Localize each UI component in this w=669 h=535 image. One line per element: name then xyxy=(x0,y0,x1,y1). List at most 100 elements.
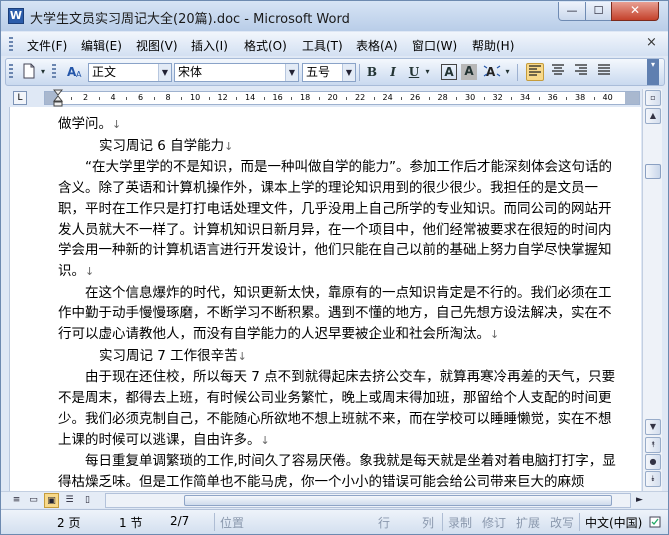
ruler-tick xyxy=(566,97,568,100)
font-combo-value: 宋体 xyxy=(178,65,203,79)
underline-button[interactable]: U xyxy=(405,63,423,81)
window-title: 大学生文员实习周记大全(20篇).doc - Microsoft Word xyxy=(30,12,350,27)
toolbar-grip[interactable] xyxy=(9,64,13,80)
section-heading[interactable]: 实习周记 6 自学能力↓ xyxy=(58,136,618,158)
vertical-scrollbar[interactable]: ▫ ▲ ▼ ⯭ ● ⯯ xyxy=(642,89,662,491)
document-body[interactable]: 做学问。↓ 实习周记 6 自学能力↓ “在大学里学的不是知识，而是一种叫做自学的… xyxy=(58,114,618,491)
ruler-tick xyxy=(428,97,430,100)
word-app-icon[interactable]: W xyxy=(8,8,24,24)
status-track-changes[interactable]: 修订 xyxy=(482,514,506,531)
svg-text:A: A xyxy=(486,65,496,79)
menu-edit[interactable]: 编辑(E) xyxy=(81,37,122,54)
ruler-tick xyxy=(483,97,485,100)
toolbar-grip-2[interactable] xyxy=(52,64,56,80)
scroll-right-icon[interactable]: ► xyxy=(632,493,647,508)
menubar-grip[interactable] xyxy=(9,37,13,51)
new-document-icon[interactable] xyxy=(20,63,38,81)
italic-button[interactable]: I xyxy=(384,63,402,81)
horizontal-scroll-thumb[interactable] xyxy=(184,495,612,506)
svg-text:A: A xyxy=(76,70,82,79)
reading-view-icon[interactable]: ▯ xyxy=(80,493,95,508)
menu-table[interactable]: 表格(A) xyxy=(356,37,398,54)
scaling-dropdown-chevron-icon[interactable]: ▾ xyxy=(503,63,512,81)
indent-marker-icon[interactable] xyxy=(52,89,64,107)
ruler-toggle-icon[interactable]: ▫ xyxy=(645,90,661,106)
ruler-number: 2 xyxy=(83,93,89,102)
align-right-button[interactable] xyxy=(572,63,590,81)
ruler-tick xyxy=(126,97,128,100)
status-column[interactable]: 列 xyxy=(422,514,434,531)
title-bar: W 大学生文员实习周记大全(20篇).doc - Microsoft Word … xyxy=(1,1,668,31)
underline-dropdown-chevron-icon[interactable]: ▾ xyxy=(423,63,432,81)
menu-help[interactable]: 帮助(H) xyxy=(472,37,514,54)
ruler-number: 12 xyxy=(217,93,228,102)
status-language[interactable]: 中文(中国) xyxy=(585,514,642,531)
paragraph[interactable]: 每日重复单调繁琐的工作,时间久了容易厌倦。象我就是每天就是坐着对着电脑打打字，显… xyxy=(58,451,618,491)
menu-file[interactable]: 文件(F) xyxy=(27,37,67,54)
paragraph[interactable]: “在大学里学的不是知识，而是一种叫做自学的能力”。参加工作后才能深刻体会这句话的… xyxy=(58,157,618,282)
character-scaling-icon[interactable]: A xyxy=(483,63,501,81)
character-shading-button[interactable]: A xyxy=(461,64,477,80)
ruler-tick xyxy=(71,97,73,100)
status-extend[interactable]: 扩展 xyxy=(516,514,540,531)
section-heading[interactable]: 实习周记 7 工作很辛苦↓ xyxy=(58,346,618,368)
spelling-status-icon[interactable] xyxy=(649,516,661,531)
status-section[interactable]: 1 节 xyxy=(119,514,142,531)
styles-formatting-icon[interactable]: AA xyxy=(66,63,84,81)
ruler-number: 36 xyxy=(547,93,558,102)
paragraph[interactable]: 在这个信息爆炸的时代，知识更新太快，靠原有的一点知识肯定是不行的。我们必须在工作… xyxy=(58,283,618,346)
paragraph[interactable]: 由于现在还住校，所以每天 7 点不到就得起床去挤公交车，就算再寒冷再差的天气，只… xyxy=(58,367,618,451)
align-center-button[interactable] xyxy=(549,63,567,81)
style-combo-value: 正文 xyxy=(92,65,117,79)
ruler-number: 24 xyxy=(382,93,393,102)
document-page[interactable]: 做学问。↓ 实习周记 6 自学能力↓ “在大学里学的不是知识，而是一种叫做自学的… xyxy=(9,107,641,491)
scroll-down-icon[interactable]: ▼ xyxy=(645,419,661,435)
web-view-icon[interactable]: ▭ xyxy=(26,493,41,508)
status-page[interactable]: 2 页 xyxy=(57,514,80,531)
menu-insert[interactable]: 插入(I) xyxy=(191,37,228,54)
tab-selector[interactable]: L xyxy=(13,91,27,105)
previous-page-icon[interactable]: ⯭ xyxy=(645,437,661,453)
chevron-down-icon[interactable]: ▼ xyxy=(158,64,171,81)
status-record[interactable]: 录制 xyxy=(448,514,472,531)
character-border-button[interactable]: A xyxy=(441,64,457,80)
print-layout-view-icon[interactable]: ▣ xyxy=(44,493,59,508)
maximize-button[interactable]: ☐ xyxy=(585,2,612,21)
status-bar: 2 页 1 节 2/7 位置 行 列 录制 修订 扩展 改写 中文(中国) xyxy=(1,509,668,534)
horizontal-ruler[interactable]: 2 4 6 8 10 12 14 16 18 20 22 24 26 28 30 32 34 36 38 40 xyxy=(44,89,640,107)
style-combo[interactable]: 正文 ▼ xyxy=(88,63,172,82)
status-page-of[interactable]: 2/7 xyxy=(170,514,189,528)
ruler-number: 26 xyxy=(410,93,421,102)
menu-tools[interactable]: 工具(T) xyxy=(302,37,343,54)
menu-format[interactable]: 格式(O) xyxy=(244,37,287,54)
bold-button[interactable]: B xyxy=(363,63,381,81)
status-overtype[interactable]: 改写 xyxy=(550,514,574,531)
ruler-tick xyxy=(98,97,100,100)
status-position[interactable]: 位置 xyxy=(220,514,244,531)
align-left-button[interactable] xyxy=(526,63,544,81)
minimize-button[interactable]: — xyxy=(558,2,586,21)
close-document-icon[interactable]: × xyxy=(646,35,657,50)
normal-view-icon[interactable]: ≡ xyxy=(9,493,24,508)
vertical-scroll-thumb[interactable] xyxy=(645,164,661,179)
paragraph[interactable]: 做学问。↓ xyxy=(58,114,618,136)
menu-bar: 文件(F) 编辑(E) 视图(V) 插入(I) 格式(O) 工具(T) 表格(A… xyxy=(1,32,668,56)
chevron-down-icon[interactable]: ▼ xyxy=(342,64,355,81)
close-button[interactable]: ✕ xyxy=(611,2,659,21)
justify-button[interactable] xyxy=(595,63,613,81)
scroll-up-icon[interactable]: ▲ xyxy=(645,108,661,124)
horizontal-scrollbar[interactable] xyxy=(105,493,631,508)
font-size-combo[interactable]: 五号 ▼ xyxy=(302,63,356,82)
ruler-number: 20 xyxy=(327,93,338,102)
chevron-down-icon[interactable]: ▼ xyxy=(285,64,298,81)
menu-window[interactable]: 窗口(W) xyxy=(412,37,457,54)
ruler-tick xyxy=(208,97,210,100)
toolbar-options-chevron-icon[interactable]: ▾ xyxy=(647,59,659,85)
new-dropdown-chevron-icon[interactable]: ▾ xyxy=(38,63,48,81)
select-browse-object-icon[interactable]: ● xyxy=(645,454,661,470)
next-page-icon[interactable]: ⯯ xyxy=(645,471,661,487)
font-combo[interactable]: 宋体 ▼ xyxy=(174,63,299,82)
outline-view-icon[interactable]: ☰ xyxy=(62,493,77,508)
menu-view[interactable]: 视图(V) xyxy=(136,37,178,54)
status-line[interactable]: 行 xyxy=(378,514,390,531)
